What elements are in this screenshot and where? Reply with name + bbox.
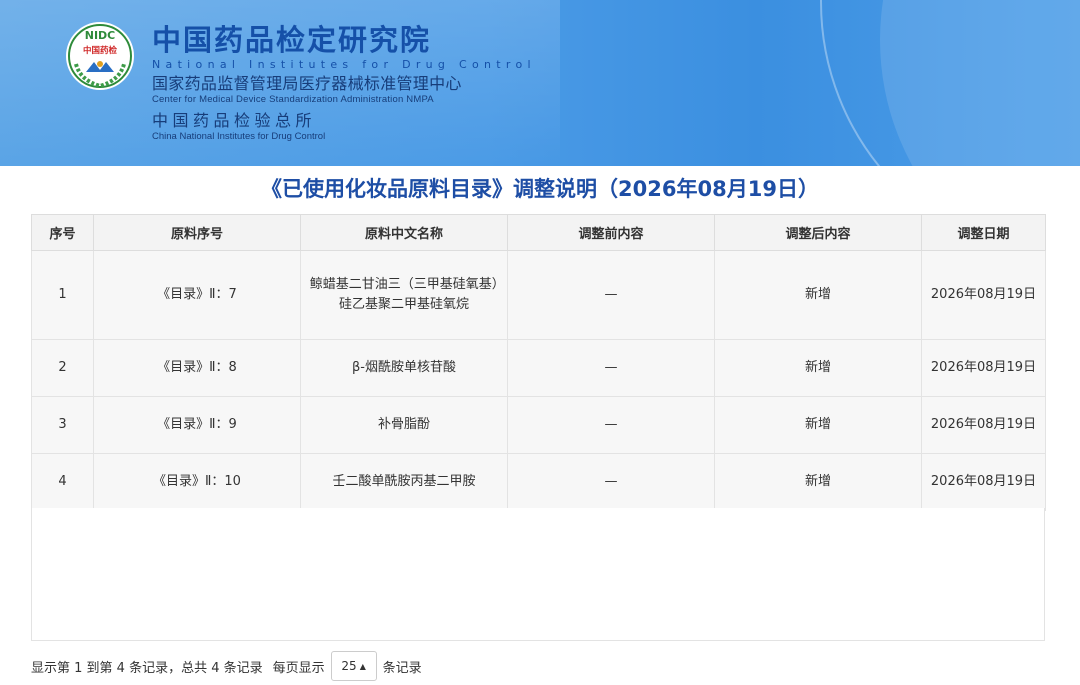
header-text: 中国药品检定研究院 National Institutes for Drug C…	[152, 24, 536, 143]
per-page-label: 每页显示	[272, 660, 325, 676]
column-header-no[interactable]: 序号	[31, 214, 94, 251]
cell-name: 鲸蜡基二甘油三（三甲基硅氧基）硅乙基聚二甲基硅氧烷	[300, 250, 508, 340]
org-title: 中国药品检定研究院	[152, 23, 432, 57]
cell-ref: 《目录》Ⅱ：7	[93, 250, 301, 340]
page-size-value: 25	[341, 659, 357, 673]
cell-date: 2026年08月19日	[921, 396, 1046, 454]
org-title-en: National Institutes for Drug Control	[152, 58, 536, 71]
cell-after: 新增	[714, 453, 922, 511]
cell-after: 新增	[714, 250, 922, 340]
cell-after: 新增	[714, 339, 922, 397]
page-title: 《已使用化妆品原料目录》调整说明（2026年08月19日）	[261, 177, 819, 201]
cell-ref: 《目录》Ⅱ：8	[93, 339, 301, 397]
site-header: NIDC 中国药检 中国药品检定研究院 National Institutes …	[0, 0, 1080, 166]
cell-ref: 《目录》Ⅱ：9	[93, 396, 301, 454]
column-header-date[interactable]: 调整日期	[921, 214, 1046, 251]
cell-date: 2026年08月19日	[921, 339, 1046, 397]
cell-no: 1	[31, 250, 94, 340]
cell-before: —	[507, 396, 715, 454]
table-row: 3 《目录》Ⅱ：9 补骨脂酚 — 新增 2026年08月19日	[31, 396, 1046, 454]
cell-after: 新增	[714, 396, 922, 454]
page-size-select[interactable]: 25 ▲	[330, 651, 377, 681]
pagination-summary: 显示第 1 到第 4 条记录，总共 4 条记录	[31, 660, 263, 676]
per-page-suffix: 条记录	[382, 660, 422, 676]
cell-ref: 《目录》Ⅱ：10	[93, 453, 301, 511]
cell-name: 补骨脂酚	[300, 396, 508, 454]
column-header-before[interactable]: 调整前内容	[507, 214, 715, 251]
institute-name-en: China National Institutes for Drug Contr…	[152, 131, 326, 142]
cell-date: 2026年08月19日	[921, 453, 1046, 511]
column-header-name[interactable]: 原料中文名称	[300, 214, 508, 251]
header-decoration-arc	[820, 0, 1080, 166]
caret-up-icon: ▲	[359, 661, 366, 671]
table-row: 4 《目录》Ⅱ：10 壬二酸单酰胺丙基二甲胺 — 新增 2026年08月19日	[31, 453, 1046, 511]
cell-before: —	[507, 339, 715, 397]
cell-no: 4	[31, 453, 94, 511]
table-header-row: 序号 原料序号 原料中文名称 调整前内容 调整后内容 调整日期	[31, 214, 1046, 251]
svg-text:中国药检: 中国药检	[83, 45, 118, 56]
cell-name: β-烟酰胺单核苷酸	[300, 339, 508, 397]
column-header-ref[interactable]: 原料序号	[93, 214, 301, 251]
institute-name: 中国药品检验总所	[152, 111, 317, 130]
nidc-logo: NIDC 中国药检	[66, 22, 134, 90]
pagination: 显示第 1 到第 4 条记录，总共 4 条记录 每页显示 25 ▲ 条记录	[31, 651, 422, 681]
table-empty-area	[31, 508, 1045, 641]
table-row: 2 《目录》Ⅱ：8 β-烟酰胺单核苷酸 — 新增 2026年08月19日	[31, 339, 1046, 397]
table-row: 1 《目录》Ⅱ：7 鲸蜡基二甘油三（三甲基硅氧基）硅乙基聚二甲基硅氧烷 — 新增…	[31, 250, 1046, 340]
cell-no: 2	[31, 339, 94, 397]
svg-text:NIDC: NIDC	[85, 29, 116, 42]
center-name-en: Center for Medical Device Standardizatio…	[152, 94, 434, 105]
cell-date: 2026年08月19日	[921, 250, 1046, 340]
center-name: 国家药品监督管理局医疗器械标准管理中心	[152, 74, 462, 93]
column-header-after[interactable]: 调整后内容	[714, 214, 922, 251]
catalog-table: 序号 原料序号 原料中文名称 调整前内容 调整后内容 调整日期 1 《目录》Ⅱ：…	[31, 214, 1046, 511]
cell-no: 3	[31, 396, 94, 454]
cell-before: —	[507, 250, 715, 340]
cell-before: —	[507, 453, 715, 511]
cell-name: 壬二酸单酰胺丙基二甲胺	[300, 453, 508, 511]
